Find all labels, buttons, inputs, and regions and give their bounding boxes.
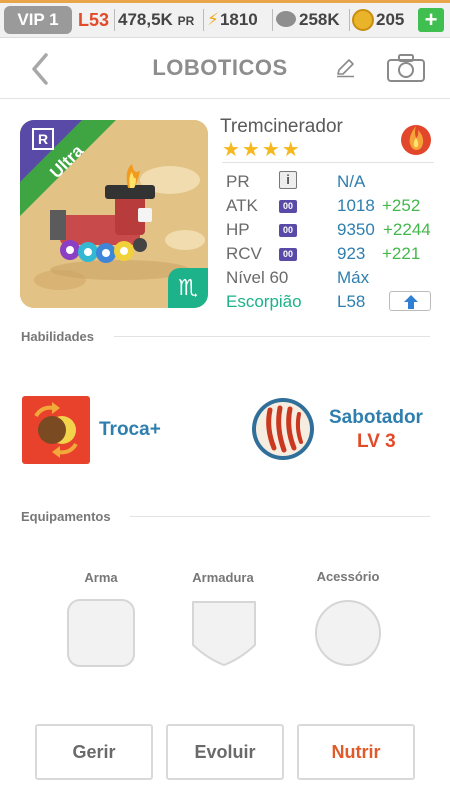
zodiac-label: Escorpião — [226, 292, 302, 311]
pr-label: PR — [226, 172, 250, 191]
rcv-label: RCV — [226, 244, 262, 263]
weapon-slot[interactable] — [67, 599, 135, 667]
hp-bonus: +2244 — [383, 220, 431, 239]
energy-counter: ⚡1810 — [207, 7, 258, 33]
page-title: LOBOTICOS — [152, 55, 288, 80]
skills-section-title: Habilidades — [21, 329, 94, 344]
level-label: Nível 60 — [226, 268, 289, 287]
coin-value: 205 — [376, 10, 405, 29]
power-rating-value: 478,5K — [118, 10, 173, 29]
monster-portrait[interactable]: R Ultra ♏ — [20, 120, 208, 308]
paw-counter: 258K — [276, 7, 340, 33]
hp-label: HP — [226, 220, 250, 239]
armor-slot[interactable] — [190, 599, 258, 667]
zodiac-upgrade-button[interactable] — [389, 291, 431, 311]
rcv-value: 923 — [337, 244, 366, 263]
level-value: Máx — [337, 268, 370, 287]
paw-icon — [276, 11, 296, 27]
skill2-name: Sabotador — [329, 407, 423, 428]
pr-value: N/A — [337, 172, 366, 191]
atk-label: ATK — [226, 196, 258, 215]
edit-pencil-icon[interactable] — [334, 55, 358, 79]
monster-name: Tremcinerador — [220, 116, 343, 137]
status-separator — [114, 9, 115, 31]
atk-upgrade-badge: 00 — [279, 200, 297, 213]
hp-upgrade-badge: 00 — [279, 224, 297, 237]
status-separator — [272, 9, 273, 31]
rarity-badge: R — [32, 128, 54, 150]
weapon-label: Arma — [84, 570, 118, 585]
back-arrow-icon[interactable] — [26, 49, 56, 89]
hp-value: 9350 — [337, 220, 375, 239]
claw-icon — [252, 398, 314, 460]
zodiac-badge-icon: ♏ — [168, 268, 208, 308]
energy-value: 1810 — [219, 10, 258, 29]
manage-button[interactable]: Gerir — [35, 724, 153, 780]
evolve-button[interactable]: Evoluir — [166, 724, 284, 780]
status-bar-accent-line — [0, 0, 450, 3]
feed-button[interactable]: Nutrir — [297, 724, 415, 780]
section-divider — [130, 516, 430, 517]
vip-badge[interactable]: VIP 1 — [4, 6, 72, 34]
atk-value: 1018 — [337, 196, 375, 215]
add-coins-button[interactable]: + — [418, 8, 444, 32]
accessory-label: Acessório — [316, 569, 380, 584]
swap-icon — [22, 396, 90, 464]
rcv-bonus: +221 — [382, 244, 421, 263]
atk-bonus: +252 — [382, 196, 421, 215]
info-icon[interactable]: i — [279, 171, 297, 189]
fire-element-icon — [401, 125, 431, 155]
paw-value: 258K — [299, 10, 340, 29]
coin-icon — [352, 9, 374, 31]
player-level: L53 — [78, 10, 110, 30]
header: LOBOTICOS — [0, 39, 450, 99]
skill1-name: Troca+ — [99, 419, 161, 440]
section-divider — [114, 336, 430, 337]
armor-label: Armadura — [192, 570, 254, 585]
lightning-icon: ⚡ — [207, 10, 219, 29]
zodiac-level: L58 — [337, 292, 366, 311]
swap-skill-icon[interactable] — [22, 396, 90, 464]
status-bar: VIP 1 L53 478,5K PR ⚡1810 258K 205 + — [0, 0, 450, 38]
power-rating: 478,5K PR — [118, 7, 194, 34]
camera-icon[interactable] — [386, 53, 426, 83]
up-arrow-icon — [404, 295, 418, 309]
skill2-level: LV 3 — [357, 431, 396, 452]
accessory-slot[interactable] — [314, 599, 382, 667]
coin-counter: 205 — [352, 7, 414, 33]
equipment-section-title: Equipamentos — [21, 509, 111, 524]
claw-skill-icon[interactable] — [250, 396, 316, 462]
rcv-upgrade-badge: 00 — [279, 248, 297, 261]
star-rating: ★★★★ — [222, 139, 302, 161]
power-rating-unit: PR — [177, 14, 195, 28]
status-separator — [203, 9, 204, 31]
status-separator — [349, 9, 350, 31]
name-divider — [222, 162, 434, 163]
